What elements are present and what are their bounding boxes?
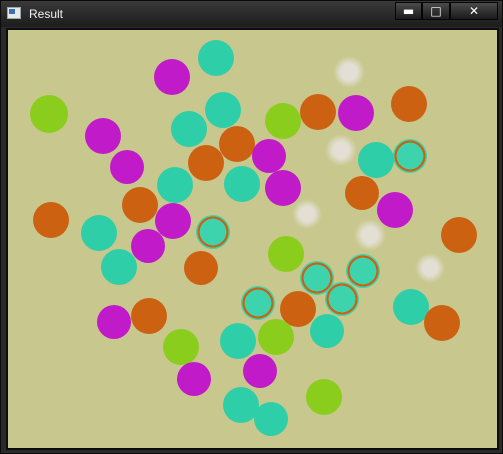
candy-orange — [391, 86, 427, 122]
candy-purple — [97, 305, 131, 339]
candy-purple — [252, 139, 286, 173]
close-button[interactable]: ✕ — [450, 2, 498, 20]
candy-mixed — [196, 215, 230, 249]
candy-teal — [224, 166, 260, 202]
result-window: Result ▬ □ ✕ — [0, 0, 503, 454]
candy-pale — [333, 56, 365, 88]
candy-mixed — [346, 254, 380, 288]
candy-purple — [154, 59, 190, 95]
candy-pale — [292, 199, 322, 229]
candy-pale — [354, 219, 386, 251]
candy-mixed — [241, 286, 275, 320]
candy-pale — [415, 253, 445, 283]
candy-orange — [441, 217, 477, 253]
candy-purple — [338, 95, 374, 131]
minimize-button[interactable]: ▬ — [395, 2, 422, 20]
candy-pale — [325, 134, 357, 166]
candy-purple — [131, 229, 165, 263]
candy-green — [306, 379, 342, 415]
candy-mixed — [325, 282, 359, 316]
candy-teal — [81, 215, 117, 251]
window-icon — [7, 7, 21, 19]
result-image-canvas — [8, 30, 497, 448]
candy-green — [258, 319, 294, 355]
candy-orange — [188, 145, 224, 181]
candy-orange — [33, 202, 69, 238]
candy-green — [163, 329, 199, 365]
candy-mixed — [393, 139, 427, 173]
candy-teal — [101, 249, 137, 285]
window-title: Result — [29, 7, 64, 21]
candy-green — [268, 236, 304, 272]
candy-purple — [110, 150, 144, 184]
candy-orange — [131, 298, 167, 334]
candy-orange — [219, 126, 255, 162]
candy-green — [30, 95, 68, 133]
candy-teal — [254, 402, 288, 436]
candy-teal — [205, 92, 241, 128]
candy-orange — [345, 176, 379, 210]
candy-purple — [243, 354, 277, 388]
candy-purple — [377, 192, 413, 228]
candy-purple — [85, 118, 121, 154]
candy-teal — [198, 40, 234, 76]
candy-orange — [424, 305, 460, 341]
candy-teal — [358, 142, 394, 178]
candy-orange — [184, 251, 218, 285]
candy-teal — [157, 167, 193, 203]
image-frame — [6, 28, 499, 450]
candy-orange — [300, 94, 336, 130]
maximize-button[interactable]: □ — [422, 2, 450, 20]
candy-green — [265, 103, 301, 139]
candy-teal — [171, 111, 207, 147]
candy-teal — [220, 323, 256, 359]
candy-orange — [122, 187, 158, 223]
title-bar[interactable]: Result ▬ □ ✕ — [1, 1, 502, 27]
candy-purple — [265, 170, 301, 206]
candy-purple — [177, 362, 211, 396]
candy-teal — [310, 314, 344, 348]
